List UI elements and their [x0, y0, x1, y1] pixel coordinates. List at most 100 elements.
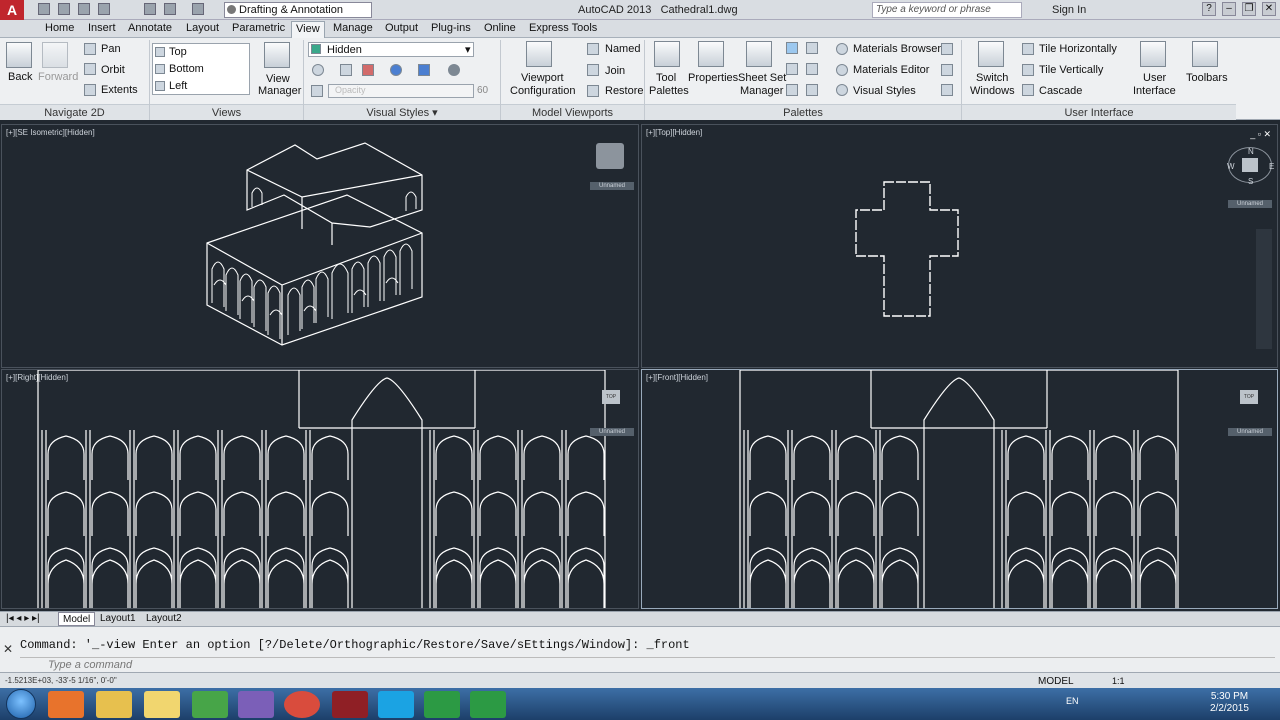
viewport-top[interactable]: [+][Top][Hidden] _ ▫ ✕ N W E S Unnamed — [641, 124, 1278, 368]
camtasia-recorder-icon[interactable] — [470, 691, 506, 718]
tab-parametric[interactable]: Parametric — [232, 22, 285, 34]
chrome-icon[interactable] — [284, 691, 320, 718]
views-list[interactable]: Top Bottom Left — [152, 43, 250, 95]
view-left[interactable]: Left — [169, 80, 187, 92]
viewcube[interactable] — [1242, 158, 1258, 172]
toolbars-button[interactable]: Toolbars — [1186, 72, 1228, 84]
properties-icon[interactable] — [698, 41, 724, 67]
camtasia-icon[interactable] — [424, 691, 460, 718]
annotation-scale[interactable]: 1:1 — [1112, 676, 1125, 686]
tab-plug-ins[interactable]: Plug-ins — [431, 22, 471, 34]
palette-toggle-icon[interactable] — [786, 84, 798, 96]
face-style-icon[interactable] — [418, 64, 430, 76]
language-indicator[interactable]: EN — [1066, 696, 1079, 706]
tool-palettes-label-1[interactable]: Tool — [656, 72, 676, 84]
edge-effects-icon[interactable] — [390, 64, 402, 76]
opacity-slider[interactable]: Opacity 60 — [328, 84, 488, 98]
tab-layout2[interactable]: Layout2 — [146, 613, 182, 624]
new-icon[interactable] — [38, 3, 50, 15]
tool-palettes-label-2[interactable]: Palettes — [649, 85, 689, 97]
tab-output[interactable]: Output — [385, 22, 418, 34]
tab-nav-arrows[interactable]: |◂ ◂ ▸ ▸| — [6, 613, 40, 624]
media-player-icon[interactable] — [48, 691, 84, 718]
skype-icon[interactable] — [378, 691, 414, 718]
ucs-menu[interactable]: Unnamed — [1228, 200, 1272, 208]
shadows-icon[interactable] — [362, 64, 374, 76]
view-top[interactable]: Top — [169, 46, 187, 58]
file-explorer-icon[interactable] — [96, 691, 132, 718]
ucs-menu[interactable]: Unnamed — [590, 428, 634, 436]
tool-palettes-icon[interactable] — [654, 41, 680, 67]
view-manager-label-2[interactable]: Manager — [258, 85, 301, 97]
autocad-icon[interactable] — [332, 691, 368, 718]
close-icon[interactable]: ✕ — [3, 642, 13, 656]
ucs-menu[interactable]: Unnamed — [1228, 428, 1272, 436]
save-icon[interactable] — [78, 3, 90, 15]
visual-style-dropdown[interactable]: Hidden ▾ — [308, 42, 474, 57]
tab-model[interactable]: Model — [58, 612, 96, 626]
palette-toggle-icon[interactable] — [786, 42, 798, 54]
switch-windows-label-2[interactable]: Windows — [970, 85, 1015, 97]
sheet-set-label-2[interactable]: Manager — [740, 85, 783, 97]
isolines-icon[interactable] — [312, 64, 324, 76]
application-menu-button[interactable]: A — [0, 0, 24, 20]
forward-icon[interactable] — [42, 42, 68, 68]
visual-styles-button[interactable]: Visual Styles — [853, 85, 916, 97]
plot-icon[interactable] — [144, 3, 156, 15]
minimize-button[interactable]: – — [1222, 2, 1236, 16]
viewcube[interactable]: TOP — [602, 390, 620, 404]
viewport-se-isometric[interactable]: [+][SE Isometric][Hidden] Unnamed — [1, 124, 639, 368]
sheet-set-label-1[interactable]: Sheet Set — [738, 72, 786, 84]
extents-button[interactable]: Extents — [101, 84, 138, 96]
tab-express-tools[interactable]: Express Tools — [529, 22, 597, 34]
switch-windows-icon[interactable] — [978, 41, 1004, 67]
folder-icon[interactable] — [144, 691, 180, 718]
cascade-button[interactable]: Cascade — [1039, 85, 1082, 97]
viewcube[interactable]: TOP — [1240, 390, 1258, 404]
scrollbar[interactable] — [1256, 229, 1272, 349]
palette-toggle-icon[interactable] — [786, 63, 798, 75]
tab-annotate[interactable]: Annotate — [128, 22, 172, 34]
join-button[interactable]: Join — [605, 65, 625, 77]
coordinates-readout[interactable]: -1.5213E+03, -33'-5 1/16", 0'-0" — [5, 676, 117, 685]
view-bottom[interactable]: Bottom — [169, 63, 204, 75]
view-manager-label-1[interactable]: View — [266, 73, 290, 85]
properties-button[interactable]: Properties — [688, 72, 738, 84]
viewport-front[interactable]: [+][Front][Hidden] TOP Unnamed — [641, 369, 1278, 609]
user-interface-label-2[interactable]: Interface — [1133, 85, 1176, 97]
utorrent-icon[interactable] — [192, 691, 228, 718]
viewport-configuration-icon[interactable] — [526, 41, 552, 67]
tile-vertically-button[interactable]: Tile Vertically — [1039, 64, 1103, 76]
save-as-icon[interactable] — [98, 3, 110, 15]
ucs-menu[interactable]: Unnamed — [590, 182, 634, 190]
restore-button[interactable]: ❐ — [1242, 2, 1256, 16]
close-button[interactable]: ✕ — [1262, 2, 1276, 16]
palette-toggle-icon[interactable] — [806, 63, 818, 75]
redo-icon[interactable] — [192, 3, 204, 15]
back-button[interactable]: Back — [8, 71, 32, 83]
sign-in-link[interactable]: Sign In — [1052, 4, 1086, 16]
tile-horizontally-button[interactable]: Tile Horizontally — [1039, 43, 1117, 55]
tab-insert[interactable]: Insert — [88, 22, 116, 34]
user-interface-label-1[interactable]: User — [1143, 72, 1166, 84]
viewport-config-label-1[interactable]: Viewport — [521, 72, 564, 84]
palette-toggle-icon[interactable] — [941, 84, 953, 96]
named-button[interactable]: Named — [605, 43, 640, 55]
xray-icon[interactable] — [340, 64, 352, 76]
materials-browser-button[interactable]: Materials Browser — [853, 43, 941, 55]
pan-button[interactable]: Pan — [101, 43, 121, 55]
viber-icon[interactable] — [238, 691, 274, 718]
tab-layout[interactable]: Layout — [186, 22, 219, 34]
open-icon[interactable] — [58, 3, 70, 15]
orbit-button[interactable]: Orbit — [101, 64, 125, 76]
toolbars-icon[interactable] — [1192, 41, 1218, 67]
view-manager-icon[interactable] — [264, 42, 290, 68]
palette-toggle-icon[interactable] — [941, 43, 953, 55]
palette-toggle-icon[interactable] — [806, 84, 818, 96]
back-icon[interactable] — [6, 42, 32, 68]
restore-button[interactable]: Restore — [605, 85, 644, 97]
viewcube[interactable] — [596, 143, 624, 169]
palette-toggle-icon[interactable] — [806, 42, 818, 54]
sheet-set-manager-icon[interactable] — [746, 41, 772, 67]
user-interface-icon[interactable] — [1140, 41, 1166, 67]
